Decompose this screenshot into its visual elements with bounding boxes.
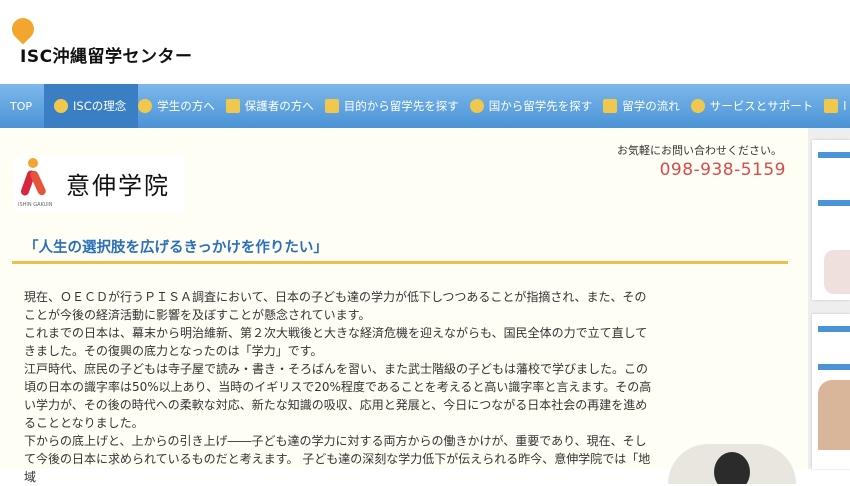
- global-nav: TOP ISCの理念 学生の方へ 保護者の方へ 目的から留学先を探す 国から留学…: [0, 84, 850, 128]
- nav-label: 目的から留学先を探す: [343, 99, 459, 113]
- book-icon: [824, 99, 839, 113]
- sidebar-banner[interactable]: [812, 314, 850, 469]
- paragraph: 下からの底上げと、上からの引き上げ――子ども達の学力に対する両方からの働きかけが…: [24, 434, 651, 484]
- teacher-photo: [668, 444, 796, 484]
- nav-label: 学生の方へ: [157, 99, 215, 113]
- site-logo[interactable]: ISC沖縄留学センター: [7, 13, 193, 67]
- nav-label: 国から留学先を探す: [488, 99, 593, 113]
- banner-image: [824, 250, 850, 294]
- student-icon: [138, 99, 153, 113]
- nav-item-services[interactable]: サービスとサポート: [690, 84, 825, 128]
- nav-label: 保護者の方へ: [244, 99, 314, 113]
- map-pin-icon: [7, 13, 39, 45]
- speech-bubble-icon: [690, 99, 705, 113]
- school-mark-icon: [19, 158, 48, 198]
- body-text: 現在、ＯＥＣＤが行うＰＩＳＡ調査において、日本の子ども達の学力が低下しつつあるこ…: [24, 288, 656, 486]
- nav-item-students[interactable]: 学生の方へ: [138, 84, 226, 128]
- school-romaji: ISHIN GAKUIN: [18, 202, 53, 208]
- paragraph: 現在、ＯＥＣＤが行うＰＩＳＡ調査において、日本の子ども達の学力が低下しつつあるこ…: [24, 290, 647, 322]
- paragraph: これまでの日本は、幕末から明治維新、第２次大戦後と大きな経済危機を迎えながらも、…: [24, 326, 648, 358]
- nav-item-flow[interactable]: 留学の流れ: [603, 84, 691, 128]
- nav-item-more[interactable]: l: [824, 84, 850, 128]
- nav-label: 留学の流れ: [622, 99, 680, 113]
- site-header: ISC沖縄留学センター: [0, 0, 850, 84]
- nav-item-by-country[interactable]: 国から留学先を探す: [469, 84, 604, 128]
- flag-icon: [324, 99, 339, 113]
- main-content: 意伸学院 ISHIN GAKUIN お気軽にお問い合わせください。 098-93…: [0, 128, 808, 484]
- phone-number[interactable]: 098-938-5159: [660, 160, 786, 180]
- nav-top[interactable]: TOP: [0, 84, 44, 128]
- nav-label: ISCの理念: [73, 99, 127, 113]
- school-logo: 意伸学院 ISHIN GAKUIN: [14, 156, 184, 212]
- nav-item-parents[interactable]: 保護者の方へ: [225, 84, 325, 128]
- nav-item-philosophy[interactable]: ISCの理念: [44, 84, 139, 128]
- flow-arrows-icon: [603, 99, 618, 113]
- school-name: 意伸学院: [66, 172, 170, 200]
- exclamation-icon: [54, 99, 69, 113]
- nav-label: サービスとサポート: [709, 99, 814, 113]
- contact-text: お気軽にお問い合わせください。: [617, 144, 782, 157]
- right-sidebar: [808, 128, 850, 469]
- globe-icon: [469, 99, 484, 113]
- site-logo-text: ISC沖縄留学センター: [20, 47, 193, 67]
- parents-icon: [225, 99, 240, 113]
- banner-image: [818, 380, 850, 450]
- sidebar-banner[interactable]: [812, 140, 850, 300]
- paragraph: 江戸時代、庶民の子どもは寺子屋で読み・書き・そろばんを習い、また武士階級の子ども…: [24, 362, 652, 430]
- nav-item-by-purpose[interactable]: 目的から留学先を探す: [324, 84, 470, 128]
- nav-label: l: [843, 99, 847, 113]
- catch-copy: 「人生の選択肢を広げるきっかけを作りたい」: [12, 236, 788, 264]
